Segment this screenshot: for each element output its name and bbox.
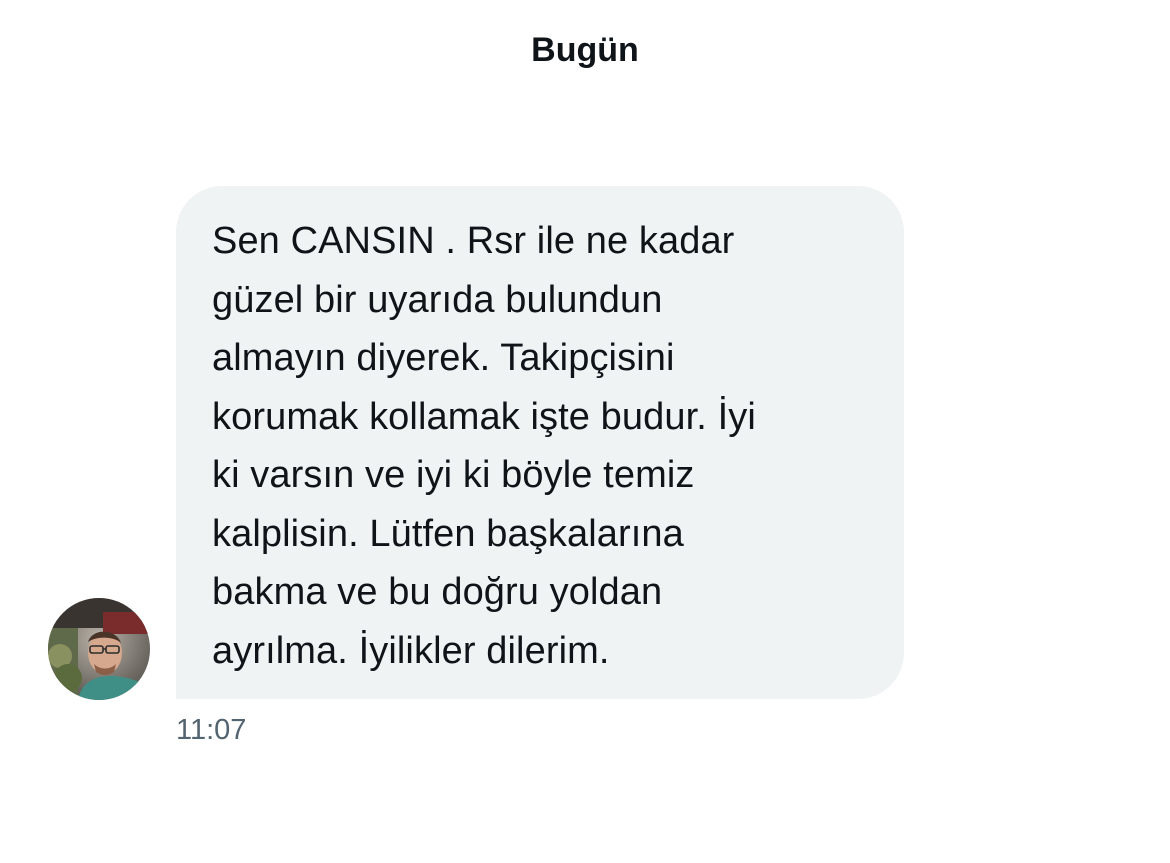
user-avatar-photo-icon (48, 598, 150, 700)
message-bubble[interactable]: Sen CANSIN . Rsr ile ne kadar güzel bir … (176, 186, 904, 699)
message-timestamp: 11:07 (176, 714, 247, 746)
message-text: Sen CANSIN . Rsr ile ne kadar güzel bir … (212, 220, 756, 672)
date-separator: Bugün (531, 31, 639, 69)
sender-avatar[interactable] (48, 598, 150, 700)
